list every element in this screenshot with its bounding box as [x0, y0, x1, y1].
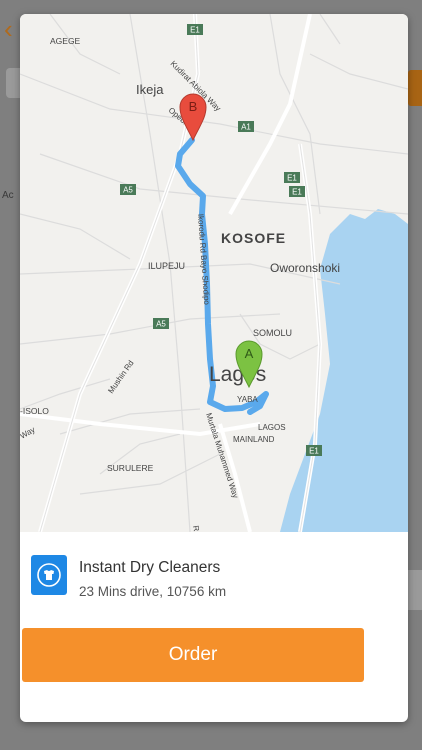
map-label-mushin-rd: Mushin Rd	[106, 359, 135, 395]
map-label-ikorodu-rd: Ikorodu Rd Bayo Shodipo	[196, 214, 211, 306]
svg-text:E1: E1	[287, 174, 297, 183]
shop-info: Instant Dry Cleaners 23 Mins drive, 1075…	[20, 532, 408, 612]
svg-text:E1: E1	[190, 26, 200, 35]
route-map[interactable]: E1 A1 A5 E1 E1 A5 E1 AGEGE Ikeja Kudirat…	[20, 14, 408, 532]
svg-text:E1: E1	[309, 447, 319, 456]
map-label-ilupeju: ILUPEJU	[148, 261, 185, 271]
map-label-somolu: SOMOLU	[253, 328, 292, 338]
map-label-way: Way	[20, 425, 37, 441]
marker-a-label: A	[245, 346, 254, 361]
map-label-agege: AGEGE	[50, 36, 81, 46]
map-label-road: R	[191, 525, 201, 532]
map-label-oworonshoki: Oworonshoki	[270, 261, 340, 275]
svg-text:E1: E1	[292, 188, 302, 197]
lagoon-water	[280, 209, 408, 532]
back-arrow-icon[interactable]: ‹	[4, 14, 13, 45]
map-label-lagos-mainland: LAGOS	[258, 423, 286, 432]
background-right-tab	[408, 70, 422, 106]
map-label-yaba: YABA	[237, 395, 258, 404]
svg-text:A5: A5	[156, 320, 166, 329]
map-label-isolo: -ISOLO	[20, 406, 49, 416]
map-label-kosofe: KOSOFE	[221, 230, 286, 246]
route-modal: E1 A1 A5 E1 E1 A5 E1 AGEGE Ikeja Kudirat…	[20, 14, 408, 722]
background-panel	[408, 570, 422, 610]
shop-distance: 23 Mins drive, 10756 km	[79, 584, 227, 599]
order-button[interactable]: Order	[22, 628, 364, 682]
svg-text:A5: A5	[123, 186, 133, 195]
marker-b-label: B	[189, 99, 198, 114]
map-canvas[interactable]: E1 A1 A5 E1 E1 A5 E1 AGEGE Ikeja Kudirat…	[20, 14, 408, 532]
background-text: Ac	[2, 190, 14, 201]
map-label-surulere: SURULERE	[107, 463, 154, 473]
map-label-ikeja: Ikeja	[136, 82, 164, 97]
shirt-hanger-icon	[31, 555, 67, 595]
shop-name: Instant Dry Cleaners	[79, 559, 221, 576]
map-label-mainland: MAINLAND	[233, 435, 275, 444]
svg-text:A1: A1	[241, 123, 251, 132]
